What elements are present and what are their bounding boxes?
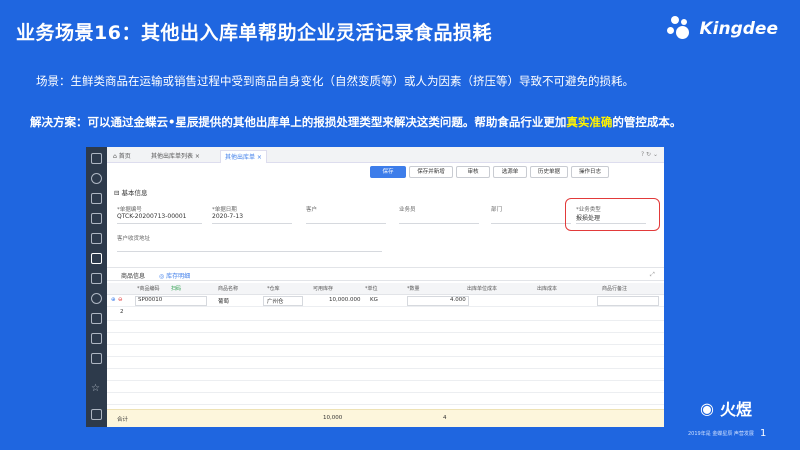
log-button[interactable]: 操作日志 (571, 166, 609, 178)
nav-layers-icon[interactable] (91, 353, 102, 364)
row-stock: 10,000.000 (329, 297, 361, 303)
col-qty: *数量 (407, 286, 420, 292)
audit-button[interactable]: 审核 (456, 166, 490, 178)
salesman-label: 业务员 (399, 207, 416, 213)
customer-label: 客户 (306, 207, 318, 213)
footer-label: 合计 (117, 417, 129, 423)
col-remark: 商品行备注 (602, 286, 628, 292)
col-warehouse: *仓库 (267, 286, 280, 292)
tab-outbound[interactable]: 其他出库单 × (220, 150, 267, 163)
tab-home[interactable]: ⌂ 首页 (109, 150, 135, 163)
select-source-button[interactable]: 选源单 (493, 166, 527, 178)
nav-building-icon[interactable] (91, 333, 102, 344)
nav-box-icon[interactable] (91, 273, 102, 284)
table-row[interactable] (107, 357, 664, 369)
solution-text: 解决方案：可以通过金蝶云•星辰提供的其他出库单上的报损处理类型来解决这类问题。帮… (30, 112, 775, 132)
table-row[interactable] (107, 345, 664, 357)
save-button[interactable]: 保存 (370, 166, 406, 178)
toolbar: 保存 保存并新增 审核 选源单 历史单据 操作日志 (107, 163, 664, 181)
watermark: ◉ 火煜 (700, 396, 752, 420)
scenario-text: 场景：生鲜类商品在运输或销售过程中受到商品自身变化（自然变质等）或人为因素（挤压… (36, 74, 634, 88)
footer-small-text: 2019年是 金蝶星辰 声营发展 (688, 431, 754, 437)
table-header: *商品编码 扫码 商品名称 *仓库 可用库存 *单位 *数量 出库单位成本 出库… (107, 283, 664, 295)
bill-no-field[interactable]: QTCK-20200713-00001 (117, 213, 202, 224)
tab-bar: ⌂ 首页 其他出库单列表 × 其他出库单 × ? ↻ ⌄ (107, 147, 664, 163)
kingdee-logo: Kingdee (667, 16, 778, 42)
date-label: *单据日期 (212, 207, 237, 213)
table-row[interactable] (107, 393, 664, 405)
row-code: SP00010 (138, 297, 163, 303)
row-name: 葡萄 (218, 299, 230, 305)
date-field[interactable]: 2020-7-13 (212, 213, 292, 224)
row-warehouse: 广州仓 (267, 299, 284, 305)
table-footer: 合计 10,000 4 (107, 409, 664, 427)
table-row[interactable] (107, 333, 664, 345)
nav-tag-icon[interactable] (91, 193, 102, 204)
nav-warehouse-icon[interactable] (91, 253, 102, 264)
save-new-button[interactable]: 保存并新增 (409, 166, 453, 178)
page-number: 1 (760, 428, 767, 439)
wechat-icon: ◉ (700, 398, 714, 418)
nav-menu-icon[interactable] (91, 409, 102, 420)
nav-report-icon[interactable] (91, 313, 102, 324)
tab-list[interactable]: 其他出库单列表 × (147, 150, 204, 163)
bill-no-label: *单据编号 (117, 207, 142, 213)
table-row[interactable]: 2 (107, 307, 664, 321)
window-controls[interactable]: ? ↻ ⌄ (641, 151, 658, 158)
watermark-text: 火煜 (719, 400, 752, 419)
add-row-icon[interactable]: ⊕ (111, 297, 116, 303)
row-number: 2 (120, 309, 124, 315)
solution-suffix: 的管控成本。 (612, 115, 682, 129)
logo-text: Kingdee (699, 19, 778, 39)
col-name: 商品名称 (218, 286, 239, 292)
table-row[interactable] (107, 321, 664, 333)
dept-label: 部门 (491, 207, 503, 213)
row-unit: KG (370, 297, 378, 303)
nav-money-icon[interactable] (91, 293, 102, 304)
table-row[interactable] (107, 381, 664, 393)
row-qty: 4.000 (450, 297, 466, 303)
app-screenshot: ☆ ⌂ 首页 其他出库单列表 × 其他出库单 × ? ↻ ⌄ 保存 保存并新增 … (86, 147, 664, 427)
left-nav: ☆ (86, 147, 107, 427)
col-code: *商品编码 (137, 286, 160, 292)
col-stock: 可用库存 (313, 286, 334, 292)
table-row[interactable]: ⊕ ⊖ SP00010 葡萄 广州仓 10,000.000 KG 4.000 (107, 295, 664, 307)
scan-link[interactable]: 扫码 (171, 285, 181, 292)
address-field[interactable] (117, 241, 382, 252)
remove-row-icon[interactable]: ⊖ (118, 297, 123, 303)
nav-bag-icon[interactable] (91, 233, 102, 244)
basic-info-header[interactable]: ⊟ 基本信息 (114, 187, 148, 197)
col-unit-cost: 出库单位成本 (467, 286, 498, 292)
nav-home-icon[interactable] (91, 153, 102, 164)
history-button[interactable]: 历史单据 (530, 166, 568, 178)
goods-info-title: 商品信息 (121, 273, 146, 280)
kingdee-mark-icon (667, 16, 693, 42)
col-unit: *单位 (365, 286, 378, 292)
solution-prefix: 解决方案：可以通过金蝶云•星辰提供的其他出库单上的报损处理类型来解决这类问题。帮… (30, 115, 567, 129)
slide-title: 业务场景16：其他出入库单帮助企业灵活记录食品损耗 (16, 22, 492, 44)
expand-icon[interactable]: ⤢ (650, 271, 655, 279)
biz-type-highlight (565, 198, 660, 231)
solution-highlight: 真实准确 (566, 115, 613, 129)
stock-detail-link[interactable]: ◎ 库存明细 (159, 271, 190, 280)
table-row[interactable] (107, 369, 664, 381)
footer-stock: 10,000 (323, 415, 343, 421)
footer-qty: 4 (443, 415, 447, 421)
nav-diamond-icon[interactable] (91, 173, 102, 184)
customer-field[interactable] (306, 213, 386, 224)
salesman-field[interactable] (399, 213, 479, 224)
remark-input[interactable] (597, 296, 659, 306)
goods-grid-header: 商品信息 ◎ 库存明细 ⤢ (107, 267, 664, 281)
nav-star-icon[interactable]: ☆ (91, 383, 102, 394)
dept-field[interactable] (491, 213, 571, 224)
nav-chart-icon[interactable] (91, 213, 102, 224)
col-cost: 出库成本 (537, 286, 558, 292)
